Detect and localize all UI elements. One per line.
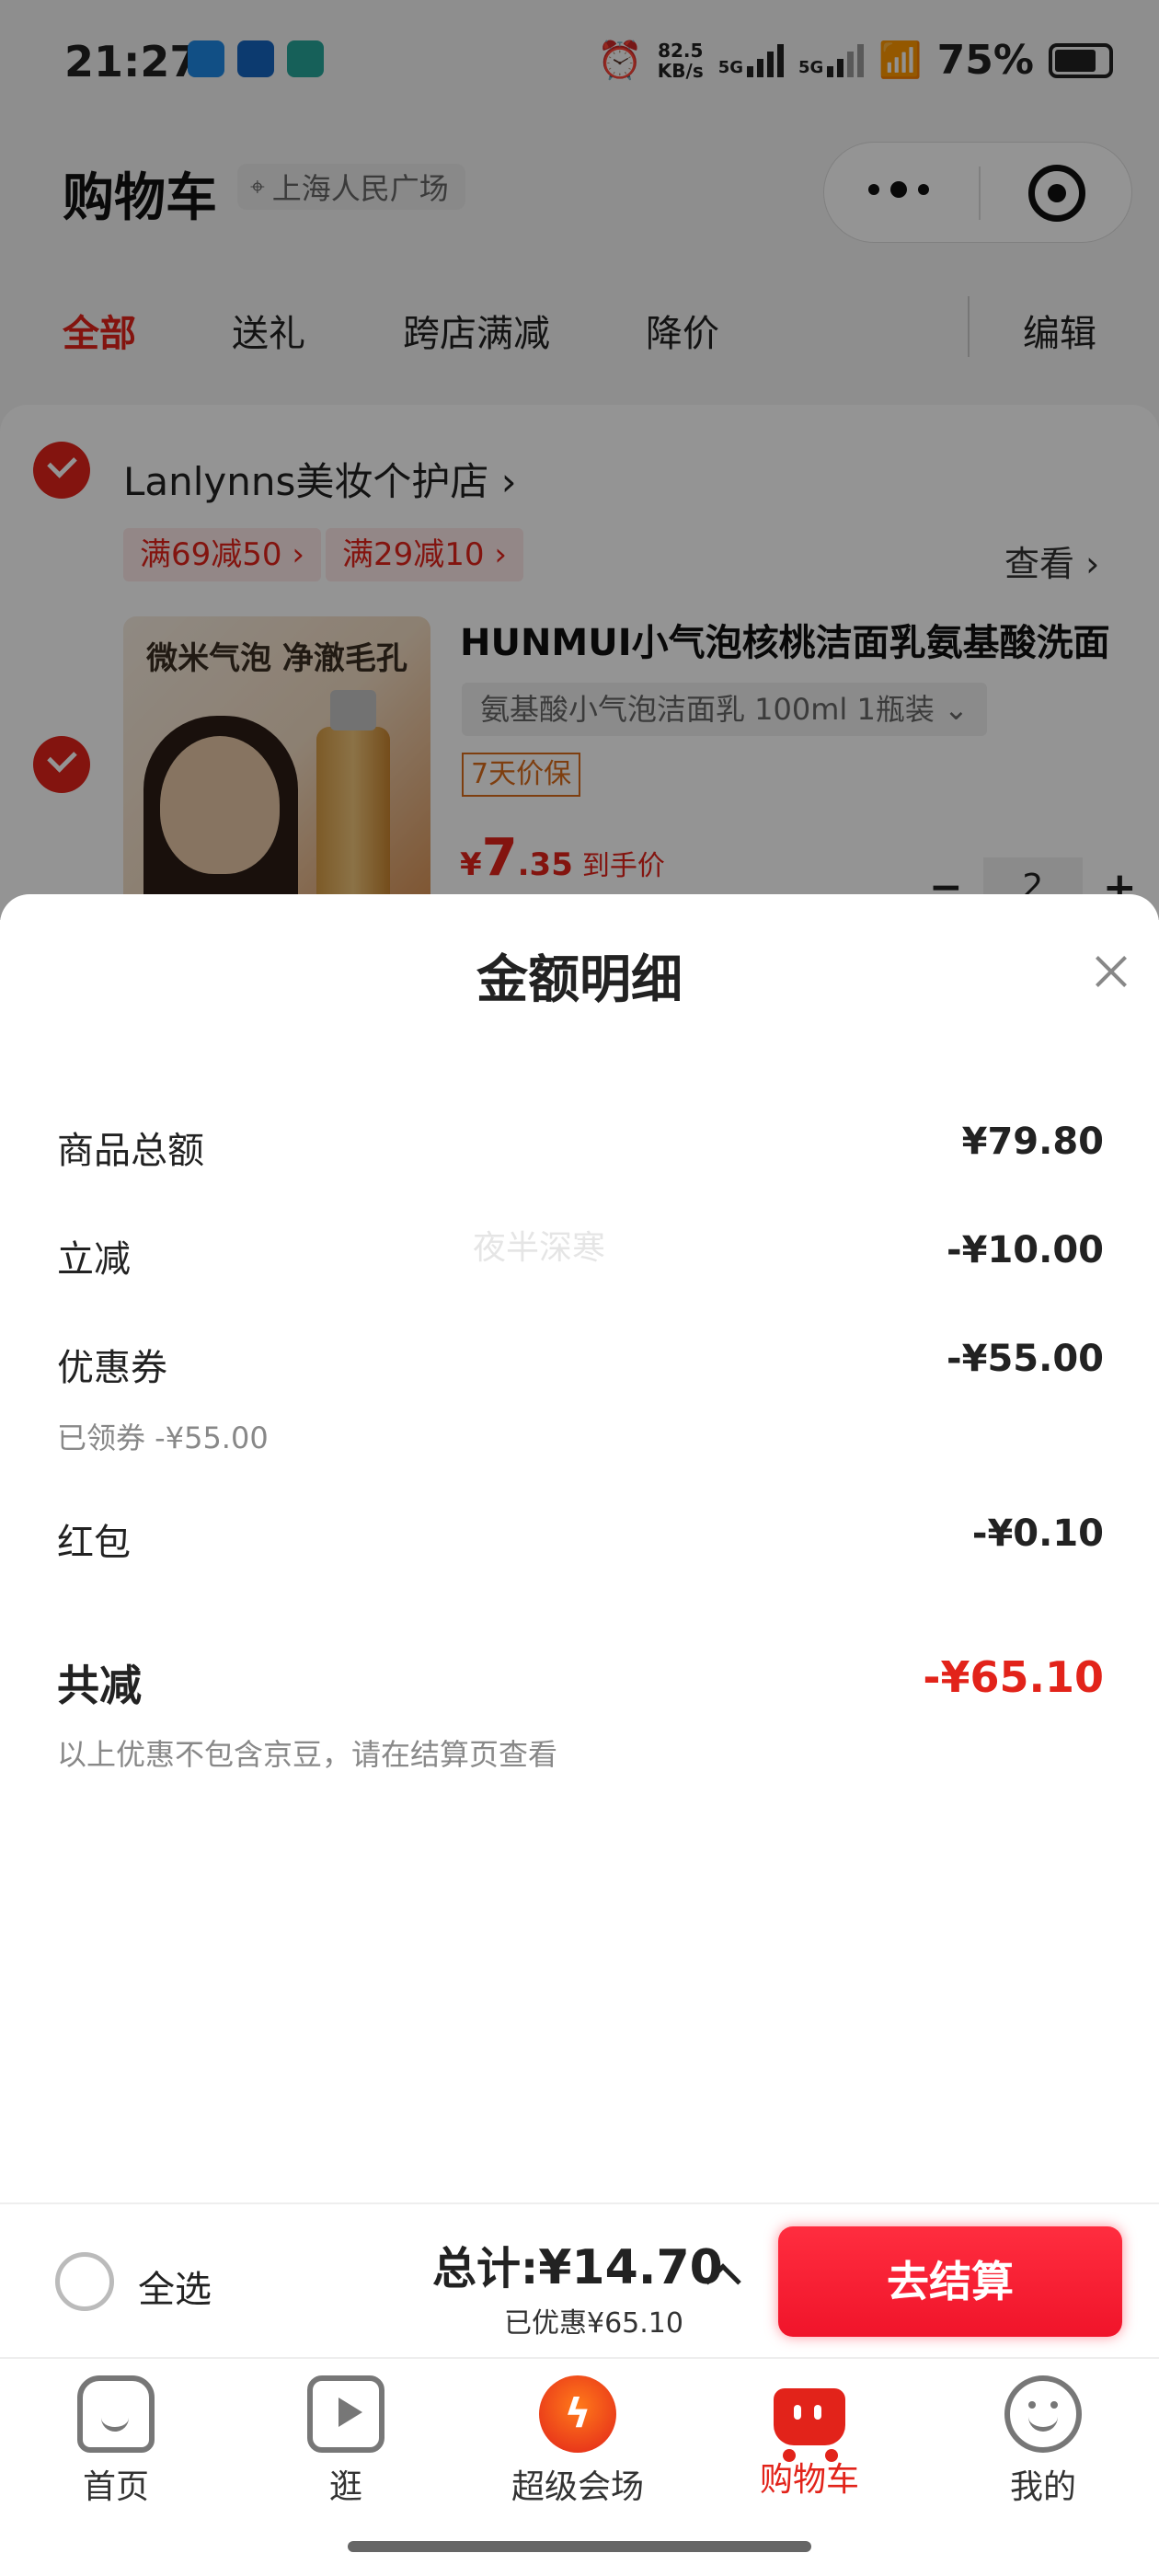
watermark: 夜半深寒 xyxy=(473,1229,606,1267)
total-discount-value: -¥65.10 xyxy=(923,1652,1104,1702)
total-discount-label: 共减 xyxy=(57,1661,142,1710)
select-all-label[interactable]: 全选 xyxy=(138,2260,212,2313)
tabbar-item-profile[interactable]: 我的 xyxy=(951,2375,1135,2508)
select-all-radio[interactable] xyxy=(55,2252,114,2311)
cart-icon xyxy=(774,2388,845,2462)
row-label: 优惠券 xyxy=(57,1347,167,1389)
home-indicator[interactable] xyxy=(348,2541,811,2552)
video-icon xyxy=(307,2375,384,2453)
footnote: 以上优惠不包含京豆，请在结算页查看 xyxy=(57,1737,558,1772)
sheet-title: 金额明细 xyxy=(476,950,683,1010)
tabbar-item-home[interactable]: 首页 xyxy=(24,2375,208,2508)
checkout-bar: 全选 总计:¥14.70 已优惠¥65.10 去结算 xyxy=(0,2202,1159,2357)
saved-amount: 已优惠¥65.10 xyxy=(504,2307,683,2340)
row-label: 红包 xyxy=(57,1522,131,1564)
tabbar-label: 逛 xyxy=(328,2468,362,2506)
amount-details-sheet: 金额明细 商品总额 ¥79.80 立减 -¥10.00 夜半深寒 优惠券 -¥5… xyxy=(0,894,1159,2210)
tabbar-label: 我的 xyxy=(1009,2468,1076,2506)
row-label: 立减 xyxy=(57,1238,131,1281)
dim-overlay[interactable] xyxy=(0,0,1159,920)
coupon-note: 已领券 -¥55.00 xyxy=(57,1420,269,1455)
row-value: -¥0.10 xyxy=(971,1512,1104,1555)
row-value: -¥10.00 xyxy=(947,1229,1104,1271)
close-icon[interactable] xyxy=(1087,948,1135,995)
home-icon xyxy=(77,2375,155,2453)
row-value: ¥79.80 xyxy=(961,1121,1104,1163)
row-value: -¥55.00 xyxy=(947,1338,1104,1380)
tabbar-label: 超级会场 xyxy=(511,2468,644,2506)
tabbar-item-cart[interactable]: 购物车 xyxy=(717,2375,901,2501)
tabbar-label: 购物车 xyxy=(759,2461,859,2499)
tabbar-label: 首页 xyxy=(82,2468,149,2506)
row-label: 商品总额 xyxy=(57,1130,204,1172)
super-venue-icon: ϟ xyxy=(539,2375,616,2453)
tabbar-item-super-venue[interactable]: ϟ 超级会场 xyxy=(486,2375,670,2508)
tabbar-item-browse[interactable]: 逛 xyxy=(254,2375,438,2508)
total-price: 总计:¥14.70 xyxy=(432,2240,723,2295)
profile-icon xyxy=(1004,2375,1082,2453)
checkout-button[interactable]: 去结算 xyxy=(778,2226,1122,2337)
